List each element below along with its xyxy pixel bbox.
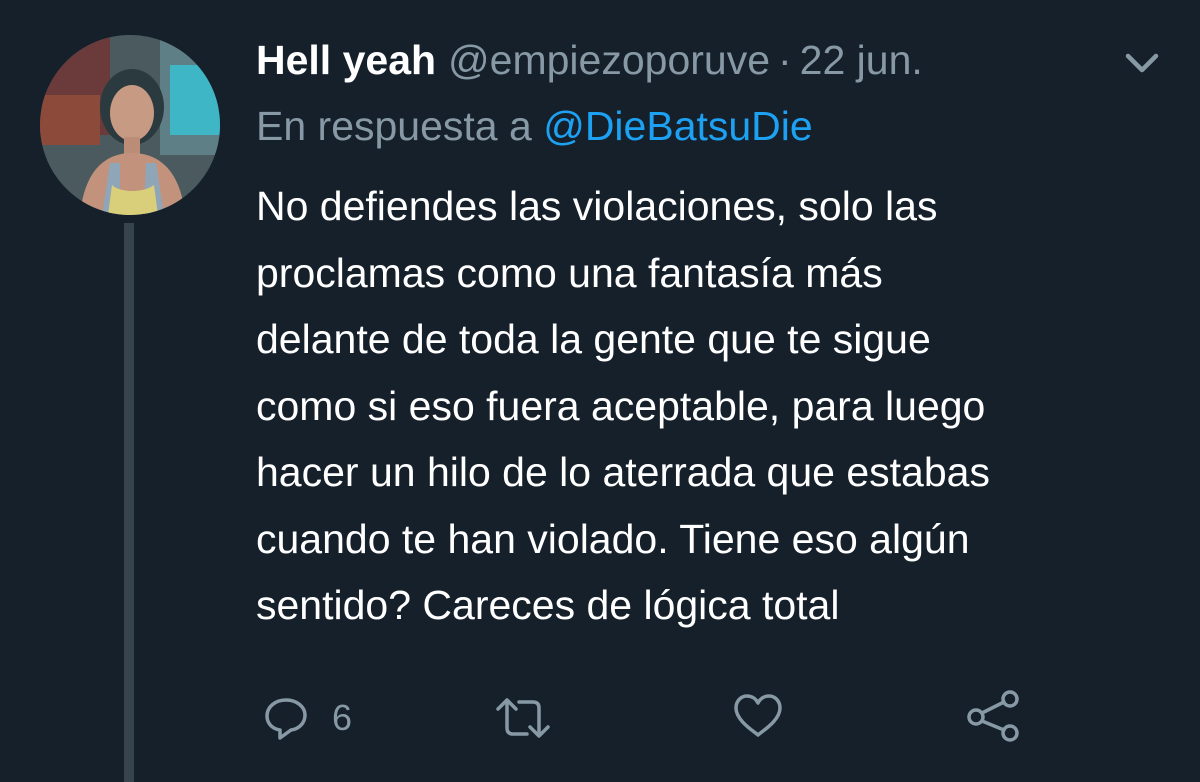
- retweet-button[interactable]: [494, 694, 552, 742]
- avatar[interactable]: [40, 35, 220, 215]
- avatar-image: [40, 35, 220, 215]
- thread-line: [124, 223, 134, 782]
- retweet-icon: [496, 698, 550, 738]
- chevron-down-icon[interactable]: [1122, 46, 1162, 80]
- reply-context: En respuesta a @DieBatsuDie: [256, 98, 813, 154]
- share-icon: [967, 690, 1019, 742]
- author-handle[interactable]: @empiezoporuve: [448, 32, 770, 88]
- tweet-header: Hell yeah @empiezoporuve · 22 jun.: [256, 32, 923, 88]
- author-name[interactable]: Hell yeah: [256, 32, 436, 88]
- reply-count: 6: [332, 697, 353, 738]
- tweet-text-line: hacer un hilo de lo aterrada que estabas: [256, 449, 990, 495]
- tweet[interactable]: Hell yeah @empiezoporuve · 22 jun. En re…: [0, 0, 1200, 782]
- reply-icon: [265, 698, 307, 740]
- share-button[interactable]: [966, 690, 1022, 742]
- like-button[interactable]: [732, 692, 784, 740]
- tweet-text-line: como si eso fuera aceptable, para luego: [256, 382, 986, 429]
- separator-dot: ·: [778, 37, 792, 83]
- reply-prefix: En respuesta a: [256, 103, 532, 149]
- tweet-text: No defiendes las violaciones, solo las p…: [256, 173, 1176, 639]
- reply-mention-link[interactable]: @DieBatsuDie: [543, 103, 813, 149]
- reply-button[interactable]: 6: [262, 694, 352, 742]
- tweet-date[interactable]: 22 jun.: [800, 32, 923, 88]
- tweet-text-line: No defiendes las violaciones, solo las: [256, 183, 938, 229]
- like-icon: [734, 694, 782, 737]
- tweet-text-line: proclamas como una fantasía más: [256, 249, 883, 296]
- tweet-text-line: delante de toda la gente que te sigue: [256, 316, 931, 362]
- tweet-text-line: cuando te han violado. Tiene eso algún: [256, 515, 970, 562]
- tweet-text-line: sentido? Careces de lógica total: [256, 582, 840, 628]
